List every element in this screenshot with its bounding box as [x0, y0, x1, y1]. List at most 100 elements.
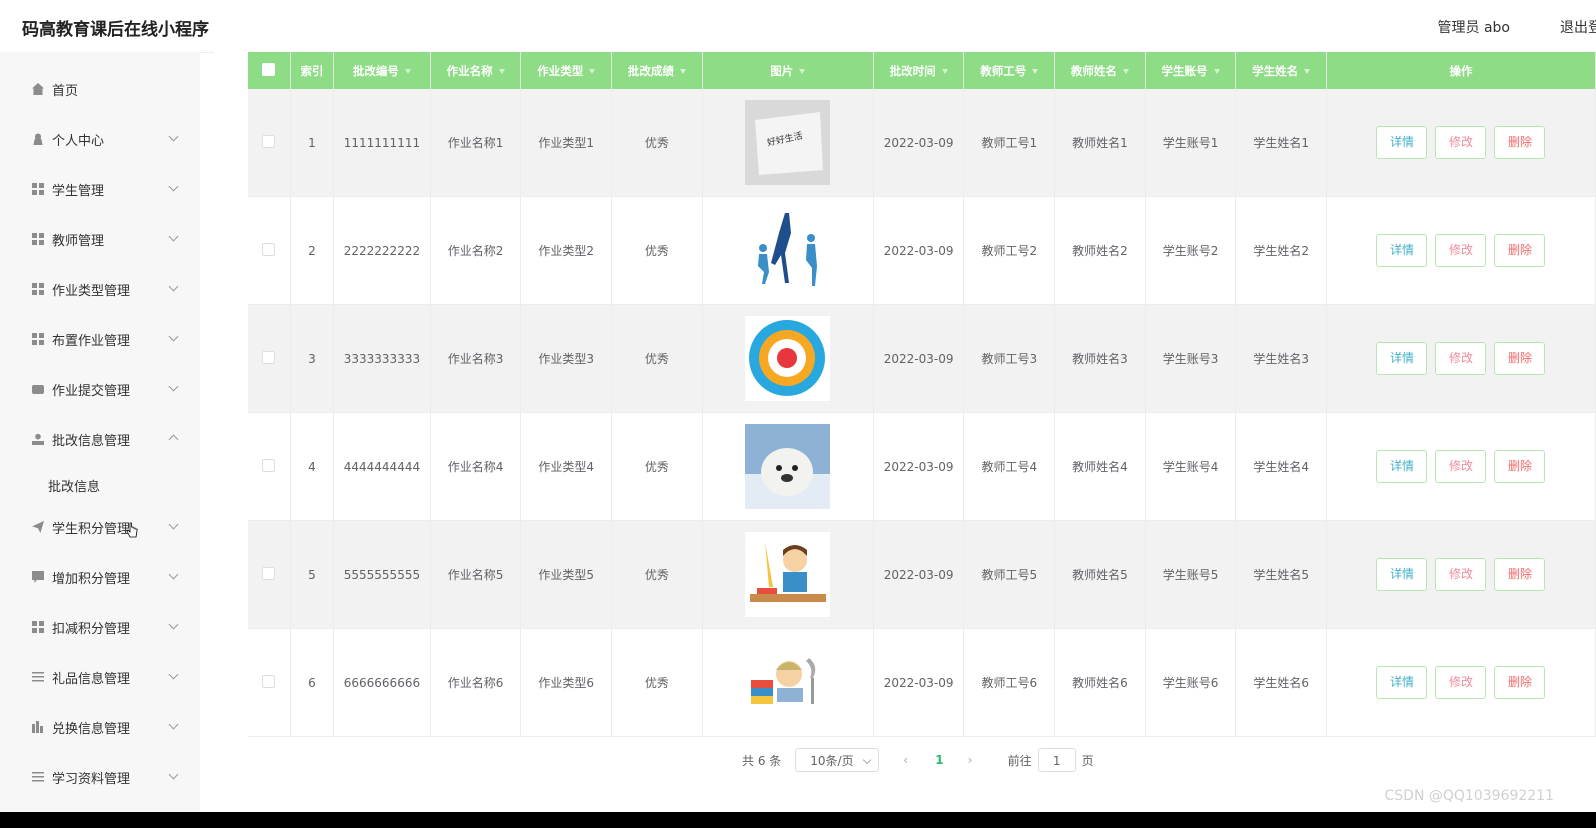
- row-checkbox[interactable]: [262, 242, 276, 256]
- sidebar-item-student-management[interactable]: 学生管理: [0, 164, 200, 214]
- delete-button[interactable]: 删除: [1494, 558, 1546, 591]
- sidebar-item-gift-info-management[interactable]: 礼品信息管理: [0, 652, 200, 702]
- cell-name: 作业名称1: [430, 89, 522, 197]
- edit-button[interactable]: 修改: [1435, 342, 1487, 375]
- select-all-header: [248, 52, 291, 89]
- header-label: 教师工号: [980, 63, 1027, 78]
- detail-button[interactable]: 详情: [1376, 126, 1428, 159]
- sort-icon[interactable]: [589, 68, 596, 74]
- sort-icon[interactable]: [1213, 68, 1220, 74]
- seal-photo-image[interactable]: [745, 424, 831, 509]
- detail-button[interactable]: 详情: [1376, 234, 1428, 267]
- header-student-name[interactable]: 学生姓名: [1235, 52, 1327, 89]
- circle-diagram-image[interactable]: [745, 316, 831, 401]
- sidebar-item-personal-center[interactable]: 个人中心: [0, 114, 200, 164]
- row-checkbox[interactable]: [262, 134, 276, 148]
- detail-button[interactable]: 详情: [1376, 450, 1428, 483]
- header-teacher-no[interactable]: 教师工号: [963, 52, 1056, 89]
- row-checkbox[interactable]: [262, 674, 276, 688]
- table-row: 5 5555555555 作业名称5 作业类型5 优秀 2022-03-09 教师工号5 教师…: [248, 520, 1596, 629]
- table-row: 6 6666666666 作业名称6 作业类型6 优秀 2022-03-09 教师工号6 教师…: [248, 628, 1596, 737]
- header-label: 学生账号: [1161, 63, 1208, 78]
- sports-silhouettes-image[interactable]: [745, 208, 831, 293]
- cell-image: 好好生活: [702, 89, 874, 197]
- sidebar-item-assign-homework-management[interactable]: 布置作业管理: [0, 314, 200, 364]
- sidebar-item-study-materials-management[interactable]: 学习资料管理: [0, 752, 200, 802]
- delete-button[interactable]: 删除: [1494, 342, 1546, 375]
- home-icon: [32, 83, 44, 95]
- header-image[interactable]: 图片: [702, 52, 874, 89]
- select-all-checkbox[interactable]: [262, 62, 276, 76]
- sidebar-item-student-points-management[interactable]: 学生积分管理: [0, 502, 200, 552]
- list-icon: [32, 771, 44, 783]
- child-reading-image[interactable]: [745, 640, 831, 725]
- cell-code: 2222222222: [333, 196, 431, 305]
- page-number-current[interactable]: 1: [935, 753, 943, 767]
- bottom-bar: [0, 812, 1596, 828]
- delete-button[interactable]: 删除: [1494, 666, 1546, 699]
- detail-button[interactable]: 详情: [1376, 558, 1428, 591]
- row-checkbox[interactable]: [262, 350, 276, 364]
- header-student-no[interactable]: 学生账号: [1145, 52, 1237, 89]
- cell-actions: 详情 修改 删除: [1326, 412, 1596, 521]
- cell-teacher-name: 教师姓名2: [1054, 196, 1146, 305]
- next-page-button[interactable]: ›: [968, 753, 976, 767]
- page-size-select[interactable]: 10条/页: [795, 748, 880, 772]
- sort-icon[interactable]: [1304, 68, 1311, 74]
- header-label: 学生姓名: [1252, 63, 1299, 78]
- header-name[interactable]: 作业名称: [430, 52, 522, 89]
- goto-page-input[interactable]: 1: [1037, 748, 1076, 772]
- detail-button[interactable]: 详情: [1376, 342, 1428, 375]
- row-checkbox[interactable]: [262, 458, 276, 472]
- cell-image: [702, 520, 874, 629]
- chevron-down-icon: [168, 619, 179, 630]
- logout-link[interactable]: 退出登: [1560, 17, 1596, 37]
- app-title: 码高教育课后在线小程序: [22, 20, 209, 40]
- sort-icon[interactable]: [404, 68, 411, 74]
- sidebar-item-homework-submission-management[interactable]: 作业提交管理: [0, 364, 200, 414]
- sidebar-item-deduct-points-management[interactable]: 扣减积分管理: [0, 602, 200, 652]
- paper-note-image[interactable]: 好好生活: [745, 100, 831, 185]
- detail-button[interactable]: 详情: [1376, 666, 1428, 699]
- sidebar-item-add-points-management[interactable]: 增加积分管理: [0, 552, 200, 602]
- header-teacher-name[interactable]: 教师姓名: [1054, 52, 1146, 89]
- sidebar-item-exchange-info-management[interactable]: 兑换信息管理: [0, 702, 200, 752]
- header-type[interactable]: 作业类型: [520, 52, 613, 89]
- sort-icon[interactable]: [799, 68, 806, 74]
- cell-student-name: 学生姓名5: [1235, 520, 1327, 629]
- sidebar-subitem-grading-info[interactable]: 批改信息: [48, 476, 100, 495]
- sidebar-item-home[interactable]: 首页: [0, 64, 200, 114]
- edit-button[interactable]: 修改: [1435, 666, 1487, 699]
- top-bar: 码高教育课后在线小程序 管理员 abo 退出登: [0, 0, 1596, 53]
- header-grade[interactable]: 批改成绩: [611, 52, 703, 89]
- cell-name: 作业名称2: [430, 196, 522, 305]
- row-checkbox[interactable]: [262, 566, 276, 580]
- sidebar-item-label: 教师管理: [52, 233, 105, 249]
- edit-button[interactable]: 修改: [1435, 558, 1487, 591]
- sort-icon[interactable]: [679, 68, 686, 74]
- chevron-down-icon: [168, 669, 179, 680]
- sort-icon[interactable]: [941, 68, 948, 74]
- header-code[interactable]: 批改编号: [333, 52, 431, 89]
- edit-button[interactable]: 修改: [1435, 126, 1487, 159]
- sort-icon[interactable]: [1122, 68, 1129, 74]
- edit-button[interactable]: 修改: [1435, 450, 1487, 483]
- delete-button[interactable]: 删除: [1494, 234, 1546, 267]
- header-index: 索引: [290, 52, 335, 89]
- sidebar-item-homework-type-management[interactable]: 作业类型管理: [0, 264, 200, 314]
- chevron-down-icon: [168, 519, 179, 530]
- cell-teacher-no: 教师工号1: [963, 89, 1056, 197]
- delete-button[interactable]: 删除: [1494, 450, 1546, 483]
- prev-page-button[interactable]: ‹: [903, 753, 911, 767]
- delete-button[interactable]: 删除: [1494, 126, 1546, 159]
- sort-icon[interactable]: [1032, 68, 1039, 74]
- sidebar-item-label: 学生管理: [52, 183, 105, 199]
- sidebar-item-teacher-management[interactable]: 教师管理: [0, 214, 200, 264]
- sort-icon[interactable]: [498, 68, 505, 74]
- header-time[interactable]: 批改时间: [873, 52, 965, 89]
- table-header-row: 索引 批改编号 作业名称 作业类型 批改成绩 图片 批改时间 教师工号 教师姓名…: [248, 52, 1596, 89]
- boy-studying-image[interactable]: [745, 532, 831, 617]
- cell-code: 6666666666: [333, 628, 431, 737]
- edit-button[interactable]: 修改: [1435, 234, 1487, 267]
- sidebar-item-grading-info-management[interactable]: 批改信息管理: [0, 414, 200, 464]
